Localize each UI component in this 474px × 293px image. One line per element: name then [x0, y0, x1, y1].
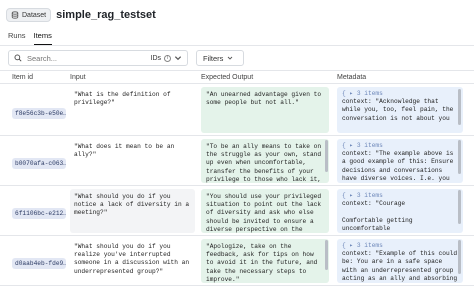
metadata-cell: { ▸ 3 items context: "The example above …: [337, 139, 463, 183]
dataset-badge-label: Dataset: [22, 11, 47, 19]
column-header-input: Input: [70, 74, 86, 81]
ids-label: IDs: [150, 54, 162, 62]
dataset-badge: Dataset: [6, 8, 52, 22]
expected-output-cell: "Apologize, take on the feedback, ask fo…: [201, 239, 329, 283]
item-id-cell[interactable]: d0aab4eb-fde9…: [12, 256, 66, 274]
input-cell: "What is the definition of privilege?": [74, 91, 175, 107]
input-cell: "What should you do if you realize you'v…: [74, 243, 193, 275]
tabs-divider: [0, 45, 474, 46]
column-header-expected-output: Expected Output: [201, 74, 254, 81]
metadata-expand-toggle[interactable]: { ▸ 3 items: [342, 242, 458, 250]
metadata-scrollbar[interactable]: [458, 240, 461, 274]
metadata-expand-toggle[interactable]: { ▸ 3 items: [342, 142, 458, 150]
column-header-item-id: Item id: [12, 74, 34, 81]
metadata-cell: { ▸ 3 items context: "Acknowledge that w…: [337, 87, 463, 133]
expected-output-cell: "You should use your privileged situatio…: [201, 189, 329, 233]
item-id-cell[interactable]: b0070afa-c063…: [12, 156, 66, 174]
database-icon: [11, 11, 19, 19]
item-id[interactable]: 6f1106bc-e212…: [12, 208, 66, 219]
input-cell: "What should you do if you notice a lack…: [70, 189, 195, 233]
filters-button[interactable]: Filters: [196, 50, 244, 66]
metadata-expand-toggle[interactable]: { ▸ 3 items: [342, 192, 458, 200]
toolbar: IDs i Filters: [8, 50, 468, 66]
expected-output-cell: "To be an ally means to take on the stru…: [201, 139, 329, 183]
column-header-metadata: Metadata: [337, 74, 367, 81]
chevron-down-icon: [174, 56, 182, 61]
input-cell: "What does it mean to be an ally?": [74, 143, 178, 159]
metadata-expand-toggle[interactable]: { ▸ 3 items: [342, 90, 458, 98]
search-input[interactable]: [27, 53, 127, 63]
expected-output-cell: "An unearned advantage given to some peo…: [201, 87, 329, 133]
search-box[interactable]: IDs i: [8, 50, 188, 66]
metadata-scrollbar[interactable]: [458, 140, 461, 174]
item-id[interactable]: b0070afa-c063…: [12, 158, 66, 169]
item-id[interactable]: f8e56c3b-e50e…: [12, 108, 66, 119]
expected-output-scrollbar[interactable]: [325, 140, 328, 172]
metadata-context: context: "Courage Comfortable getting un…: [342, 200, 413, 232]
table-row[interactable]: 6f1106bc-e212… "What should you do if yo…: [0, 186, 474, 236]
table-row[interactable]: f8e56c3b-e50e… "What is the definition o…: [0, 84, 474, 136]
item-id[interactable]: d0aab4eb-fde9…: [12, 258, 66, 269]
chevron-down-icon: [228, 56, 233, 60]
tab-items[interactable]: Items: [33, 31, 52, 45]
page-title: simple_rag_testset: [56, 9, 156, 21]
item-id-cell[interactable]: f8e56c3b-e50e…: [12, 106, 66, 124]
metadata-cell: { ▸ 3 items context: "Courage Comfortabl…: [337, 189, 463, 233]
page-header: Dataset simple_rag_testset: [0, 0, 474, 30]
table-row[interactable]: b0070afa-c063… "What does it mean to be …: [0, 136, 474, 186]
metadata-scrollbar[interactable]: [458, 89, 461, 125]
table-header: Item id Input Expected Output Metadata: [0, 70, 474, 84]
metadata-context: context: "Acknowledge that while you, to…: [342, 98, 458, 122]
info-icon: i: [164, 54, 171, 62]
ids-selector[interactable]: IDs i: [151, 54, 183, 62]
search-icon: [14, 54, 22, 62]
metadata-context: context: "Example of this could be: You …: [342, 250, 458, 282]
metadata-cell: { ▸ 3 items context: "Example of this co…: [337, 239, 463, 283]
metadata-scrollbar[interactable]: [458, 190, 461, 224]
tab-runs[interactable]: Runs: [8, 31, 26, 45]
item-id-cell[interactable]: 6f1106bc-e212…: [12, 206, 66, 224]
filters-label: Filters: [203, 53, 224, 63]
table-row[interactable]: d0aab4eb-fde9… "What should you do if yo…: [0, 236, 474, 286]
expected-output-scrollbar[interactable]: [325, 240, 328, 270]
metadata-context: context: "The example above is a good ex…: [342, 150, 454, 182]
tab-bar: Runs Items: [8, 31, 52, 45]
